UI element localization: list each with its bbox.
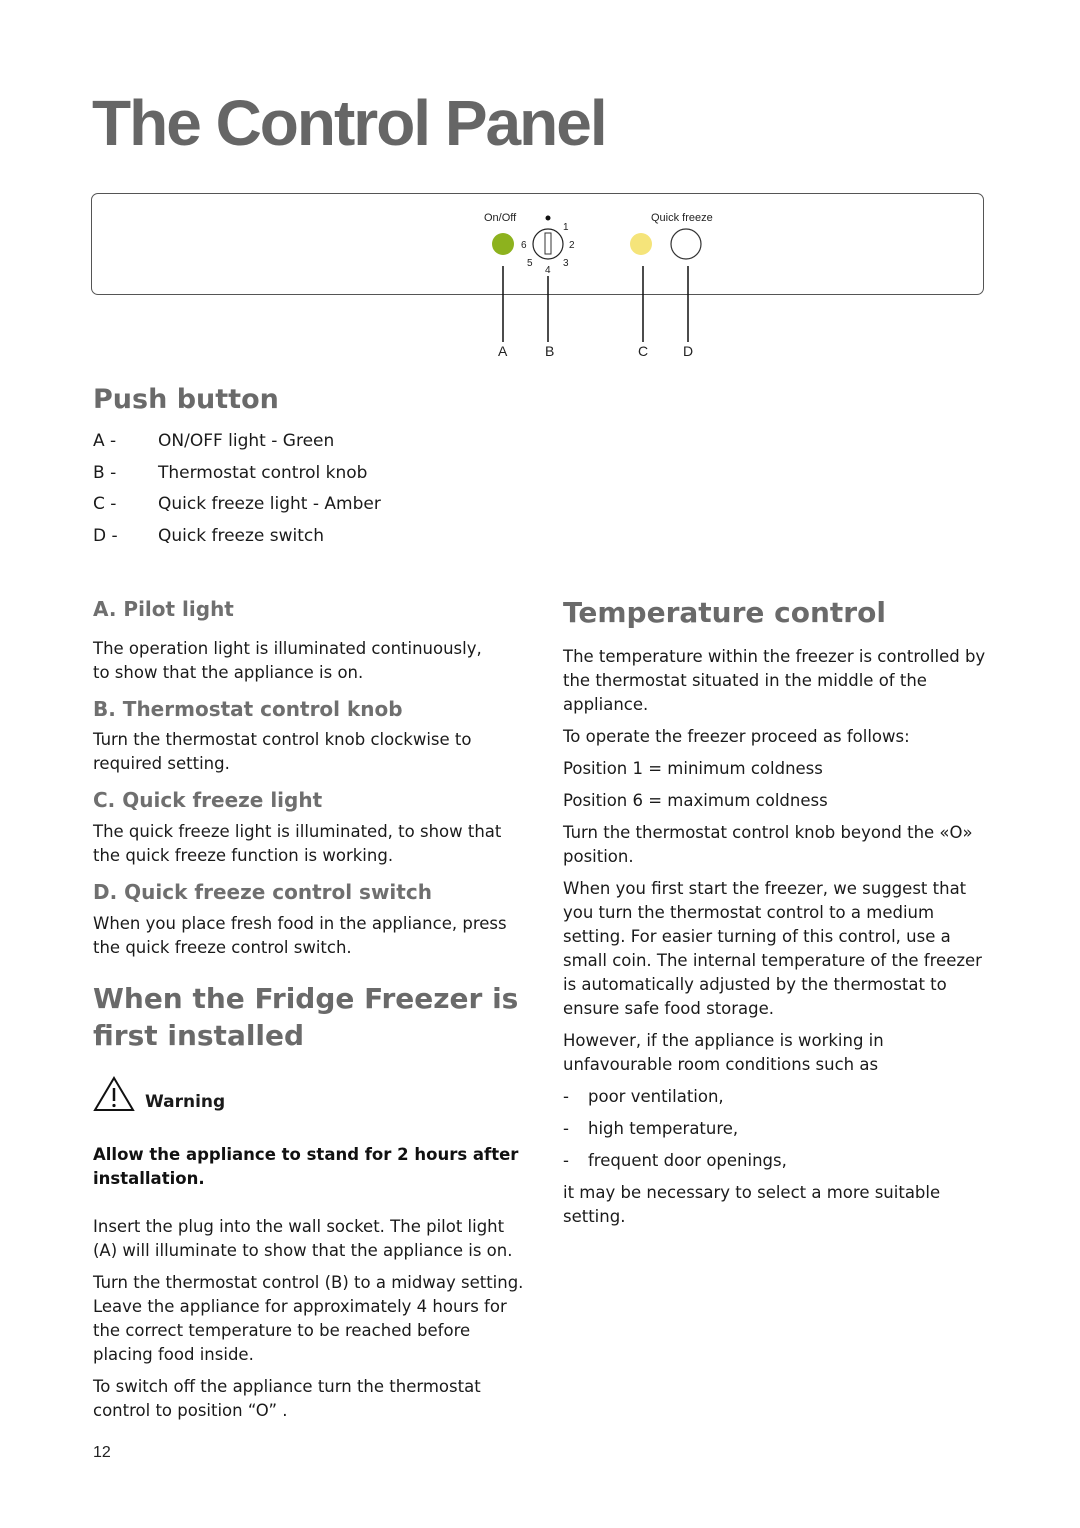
- knob-slot: [544, 232, 552, 255]
- page-number: 12: [93, 1444, 111, 1461]
- bullet-marker: -: [563, 1087, 569, 1106]
- temp-position-1: Position 1 = minimum coldness: [563, 759, 823, 778]
- temperature-control-body: The temperature within the freezer is co…: [563, 645, 988, 1229]
- legend-row: B - Thermostat control knob: [93, 461, 493, 493]
- callout-a: A: [498, 343, 508, 359]
- bullet-text: high temperature,: [588, 1119, 739, 1138]
- pilot-light-text: The operation light is illuminated conti…: [93, 639, 482, 682]
- knob-position-5: 5: [527, 258, 533, 269]
- legend-label: Thermostat control knob: [158, 462, 368, 483]
- callout-c: C: [638, 343, 648, 359]
- legend-row: D - Quick freeze switch: [93, 524, 493, 556]
- temperature-control-heading: Temperature control: [563, 596, 886, 629]
- legend-key: D -: [93, 526, 118, 547]
- quick-freeze-switch-heading: D. Quick freeze control switch: [93, 880, 432, 904]
- legend-row: A - ON/OFF light - Green: [93, 429, 493, 461]
- callout-b: B: [545, 343, 554, 359]
- condition-list-item: - high temperature,: [563, 1117, 988, 1141]
- quick-freeze-label: Quick freeze: [651, 212, 713, 224]
- thermostat-knob-text: Turn the thermostat control knob clockwi…: [93, 730, 472, 773]
- legend-row: C - Quick freeze light - Amber: [93, 492, 493, 524]
- knob-marker-dot: [545, 215, 551, 221]
- install-paragraph-1: Insert the plug into the wall socket. Th…: [93, 1217, 513, 1260]
- legend-key: C -: [93, 494, 117, 515]
- install-paragraph-2: Turn the thermostat control (B) to a mid…: [93, 1273, 524, 1364]
- control-panel-diagram: On/Off Quick freeze 1 2 3 4 5 6 A B C D: [484, 212, 713, 359]
- legend-key: A -: [93, 431, 117, 451]
- legend-label: ON/OFF light - Green: [158, 431, 335, 451]
- knob-position-2: 2: [569, 240, 575, 251]
- temp-paragraph-5: Turn the thermostat control knob beyond …: [563, 823, 973, 866]
- knob-position-6: 6: [521, 240, 527, 251]
- knob-position-1: 1: [563, 222, 569, 233]
- quick-freeze-switch-text: When you place fresh food in the applian…: [93, 914, 507, 957]
- push-button-legend: A - ON/OFF light - Green B - Thermostat …: [93, 429, 493, 556]
- warning-block: Warning: [93, 1076, 225, 1112]
- bullet-marker: -: [563, 1151, 569, 1170]
- legend-label: Quick freeze switch: [158, 526, 325, 547]
- on-off-light-icon: [492, 233, 514, 255]
- temp-position-6: Position 6 = maximum coldness: [563, 791, 828, 810]
- bullet-marker: -: [563, 1119, 569, 1138]
- bullet-text: frequent door openings,: [588, 1151, 787, 1170]
- first-installed-heading: When the Fridge Freezer is first install…: [93, 982, 519, 1052]
- legend-key: B -: [93, 462, 117, 483]
- knob-position-3: 3: [563, 258, 569, 269]
- temp-paragraph-7: However, if the appliance is working in …: [563, 1031, 884, 1074]
- quick-freeze-switch-icon[interactable]: [670, 228, 702, 260]
- quick-freeze-light-icon: [630, 233, 652, 255]
- bullet-text: poor ventilation,: [588, 1087, 724, 1106]
- warning-label: Warning: [145, 1092, 226, 1112]
- condition-list-item: - poor ventilation,: [563, 1085, 988, 1109]
- temp-paragraph-1: The temperature within the freezer is co…: [563, 647, 986, 714]
- quick-freeze-light-heading: C. Quick freeze light: [93, 788, 323, 812]
- callout-d: D: [683, 343, 693, 359]
- temp-paragraph-6: When you first start the freezer, we sug…: [563, 879, 982, 1018]
- condition-list-item: - frequent door openings,: [563, 1149, 988, 1173]
- knob-position-4: 4: [545, 265, 551, 276]
- quick-freeze-light-text: The quick freeze light is illuminated, t…: [93, 822, 502, 865]
- pilot-light-heading: A. Pilot light: [93, 597, 234, 621]
- push-button-heading: Push button: [93, 384, 279, 415]
- legend-label: Quick freeze light - Amber: [158, 494, 381, 515]
- thermostat-knob-heading: B. Thermostat control knob: [93, 697, 403, 721]
- temp-closing: it may be necessary to select a more sui…: [563, 1183, 941, 1226]
- warning-icon: [93, 1076, 135, 1111]
- warning-text: Allow the appliance to stand for 2 hours…: [93, 1145, 519, 1188]
- on-off-label: On/Off: [484, 212, 517, 224]
- install-paragraph-3: To switch off the appliance turn the the…: [93, 1377, 481, 1420]
- temp-paragraph-2: To operate the freezer proceed as follow…: [563, 727, 910, 746]
